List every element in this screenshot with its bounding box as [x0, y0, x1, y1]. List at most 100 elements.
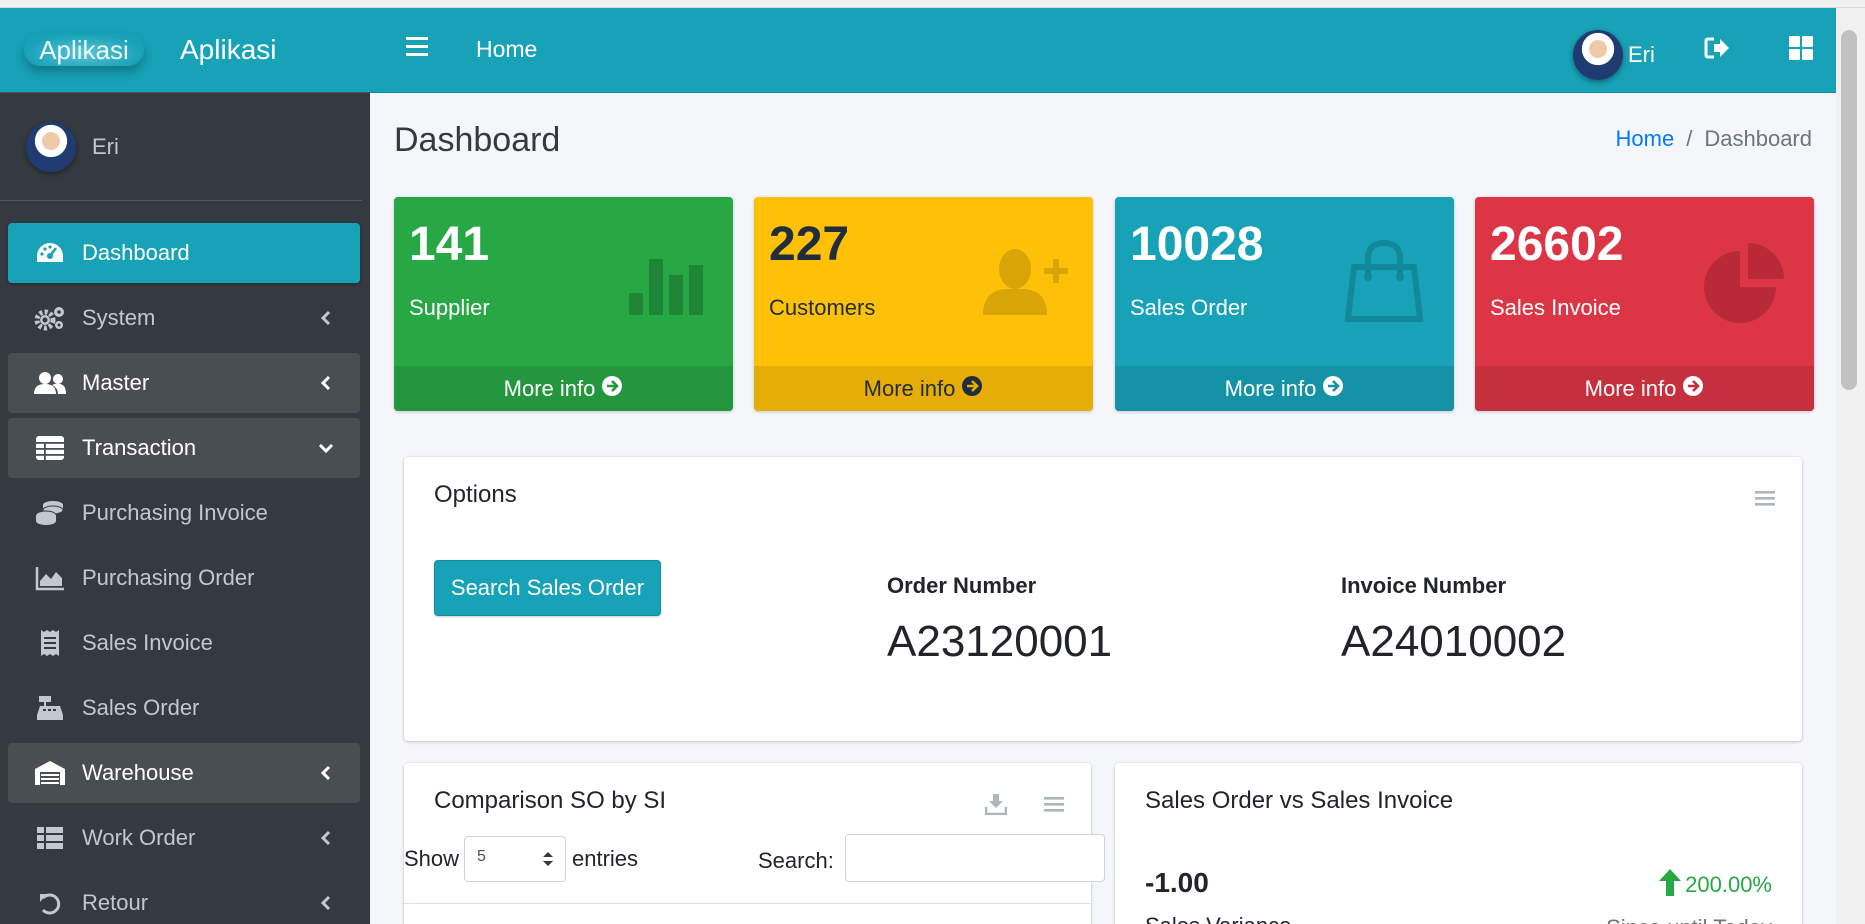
card-title: Comparison SO by SI — [434, 787, 667, 814]
table-icon — [34, 435, 66, 461]
arrow-circle-right-icon — [601, 375, 623, 403]
chevron-left-icon — [314, 891, 338, 915]
more-info-label: More info — [1224, 375, 1317, 401]
bars-menu-icon[interactable] — [1754, 487, 1776, 509]
scrollbar-thumb[interactable] — [1841, 30, 1857, 390]
more-info-link[interactable]: More info — [1115, 366, 1454, 411]
breadcrumb-separator: / — [1686, 126, 1693, 151]
header-user-name[interactable]: Eri — [1628, 42, 1655, 68]
comparison-card: Comparison SO by SI Show 5 entries Searc… — [404, 763, 1105, 924]
avatar[interactable] — [1573, 30, 1623, 80]
coins-icon — [34, 500, 66, 526]
users-icon — [34, 370, 66, 396]
arrow-circle-right-icon — [961, 375, 983, 403]
stat-label: Supplier — [409, 295, 490, 320]
order-number-value: A23120001 — [887, 617, 1113, 666]
sidebar-item-label: Transaction — [82, 435, 197, 460]
invoice-number-label: Invoice Number — [1341, 573, 1507, 598]
search-input[interactable] — [845, 834, 1105, 882]
sidebar-item-label: Purchasing Order — [82, 565, 255, 590]
sidebar-item-system[interactable]: System — [8, 288, 360, 348]
card-title: Sales Order vs Sales Invoice — [1145, 787, 1454, 814]
entries-select-value: 5 — [477, 848, 486, 865]
sidebar-item-label: Work Order — [82, 825, 196, 850]
select-arrows-icon — [541, 849, 555, 869]
brand-name: Aplikasi — [180, 34, 277, 65]
sidebar-item-purchasing-order[interactable]: Purchasing Order — [8, 548, 360, 608]
sidebar-item-label: System — [82, 305, 156, 330]
content-wrapper: Dashboard Home / Dashboard 141 Supplier … — [370, 93, 1836, 924]
chevron-left-icon — [314, 306, 338, 330]
sidebar-item-dashboard[interactable]: Dashboard — [8, 223, 360, 283]
more-info-label: More info — [863, 375, 956, 401]
stat-value: 10028 — [1130, 218, 1264, 271]
stat-value: 227 — [769, 218, 850, 271]
breadcrumb: Home / Dashboard — [1616, 126, 1812, 152]
invoice-number-value: A24010002 — [1341, 617, 1567, 666]
browser-top-strip — [0, 0, 1865, 8]
undo-icon — [34, 890, 66, 916]
arrow-circle-right-icon — [1682, 375, 1704, 403]
stat-box-sales-invoice: 26602 Sales Invoice More info — [1475, 197, 1814, 411]
arrow-circle-right-icon — [1322, 375, 1344, 403]
more-info-link[interactable]: More info — [1475, 366, 1814, 411]
sidebar: Aplikasi Aplikasi Eri Dashboard System M… — [0, 8, 370, 924]
sidebar-item-sales-invoice[interactable]: Sales Invoice — [8, 613, 360, 673]
order-number-label: Order Number — [887, 573, 1037, 598]
search-label: Search: — [758, 848, 834, 873]
sidebar-item-transaction[interactable]: Transaction — [8, 418, 360, 478]
hamburger-menu-icon[interactable] — [404, 34, 430, 62]
sales-vs-card: Sales Order vs Sales Invoice -1.00 Sales… — [1115, 763, 1802, 924]
bars-menu-icon[interactable] — [1043, 793, 1065, 815]
breadcrumb-home-link[interactable]: Home — [1616, 126, 1675, 152]
area-chart-icon — [34, 565, 66, 591]
more-info-label: More info — [1584, 375, 1677, 401]
nav-home-link[interactable]: Home — [476, 36, 537, 63]
brand[interactable]: Aplikasi Aplikasi — [0, 8, 370, 93]
sidebar-user-name: Eri — [92, 133, 119, 159]
stat-label: Sales Invoice — [1490, 295, 1621, 320]
sign-out-icon[interactable] — [1704, 35, 1730, 61]
chevron-left-icon — [314, 761, 338, 785]
sales-variance-value: -1.00 — [1145, 867, 1209, 898]
cogs-icon — [34, 305, 66, 331]
stat-label: Customers — [769, 295, 876, 320]
stat-box-supplier: 141 Supplier More info — [394, 197, 733, 411]
sidebar-item-work-order[interactable]: Work Order — [8, 808, 360, 868]
receipt-icon — [34, 630, 66, 656]
search-sales-order-button[interactable]: Search Sales Order — [434, 560, 661, 616]
shopping-bag-icon — [1336, 231, 1432, 327]
arrow-up-icon — [1657, 867, 1683, 903]
sidebar-item-label: Sales Order — [82, 695, 200, 720]
pie-chart-icon — [1696, 231, 1792, 327]
download-icon[interactable] — [984, 793, 1008, 816]
avatar — [26, 121, 76, 172]
sales-variance-label: Sales Variance — [1145, 913, 1291, 924]
sidebar-item-label: Retour — [82, 890, 149, 915]
th-large-icon[interactable] — [1788, 35, 1814, 61]
card-title: Options — [434, 481, 517, 508]
top-navbar: Home Eri — [370, 8, 1836, 93]
sidebar-item-master[interactable]: Master — [8, 353, 360, 413]
user-plus-icon — [975, 231, 1071, 327]
stat-label: Sales Order — [1130, 295, 1248, 320]
stat-box-sales-order: 10028 Sales Order More info — [1115, 197, 1454, 411]
sidebar-item-purchasing-invoice[interactable]: Purchasing Invoice — [8, 483, 360, 543]
entries-select[interactable]: 5 — [464, 836, 566, 882]
user-panel[interactable]: Eri — [0, 93, 362, 201]
sidebar-item-sales-order[interactable]: Sales Order — [8, 678, 360, 738]
stat-box-customers: 227 Customers More info — [754, 197, 1093, 411]
sidebar-item-label: Purchasing Invoice — [82, 500, 268, 525]
cash-register-icon — [34, 695, 66, 721]
more-info-link[interactable]: More info — [394, 366, 733, 411]
percent-change: 200.00% — [1657, 867, 1772, 903]
warehouse-icon — [34, 760, 66, 786]
more-info-link[interactable]: More info — [754, 366, 1093, 411]
breadcrumb-current: Dashboard — [1704, 126, 1812, 151]
sidebar-item-retour[interactable]: Retour — [8, 873, 360, 924]
page-title: Dashboard — [394, 121, 561, 159]
sidebar-item-label: Warehouse — [82, 760, 194, 785]
sidebar-item-warehouse[interactable]: Warehouse — [8, 743, 360, 803]
more-info-label: More info — [503, 375, 596, 401]
chevron-left-icon — [314, 826, 338, 850]
